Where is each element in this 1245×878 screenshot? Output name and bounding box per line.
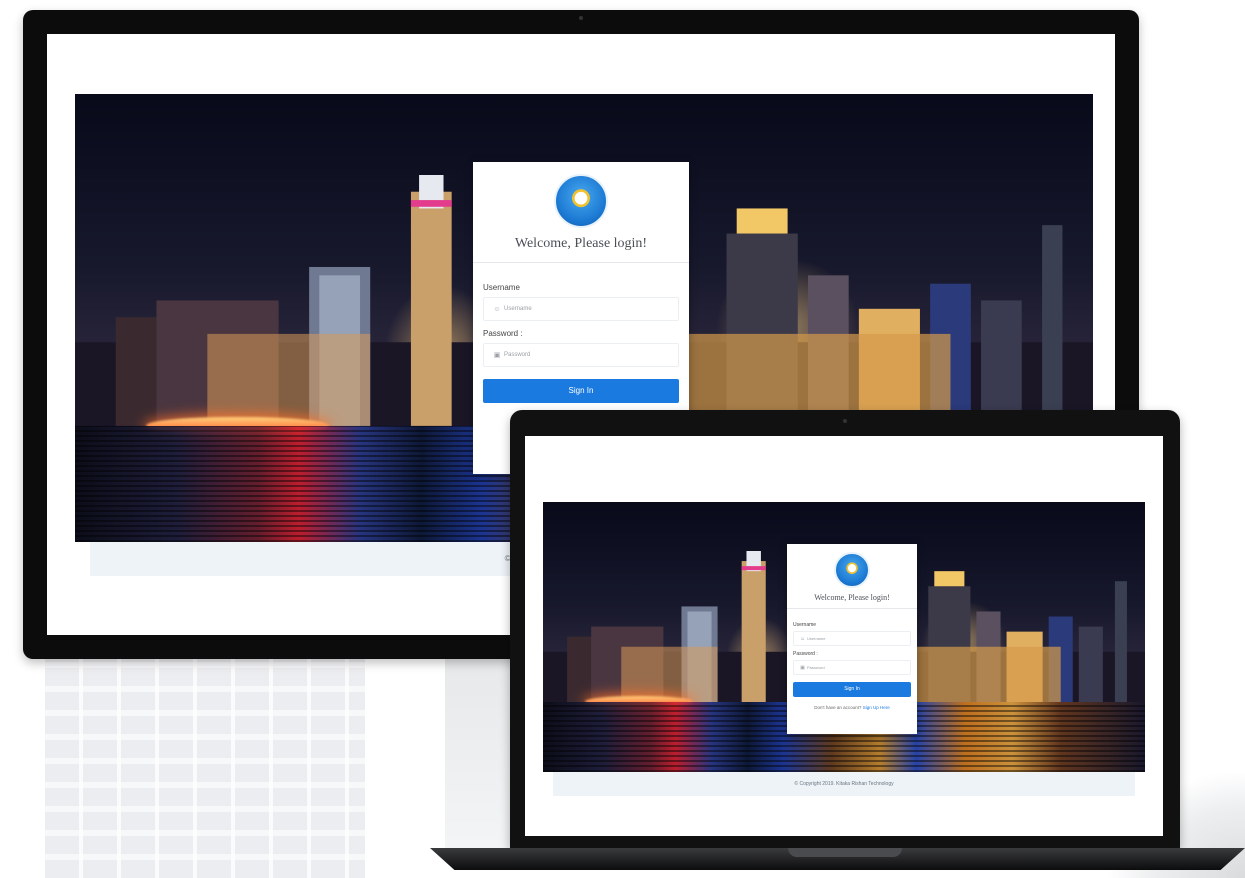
laptop-screen: Welcome, Please login! Username ☺ Userna… [525,436,1163,836]
password-input[interactable]: ▣ Password [793,660,911,675]
laptop: Welcome, Please login! Username ☺ Userna… [510,410,1180,848]
user-icon: ☺ [799,635,806,642]
username-input[interactable]: ☺ Username [483,297,679,321]
username-label: Username [793,622,817,628]
signup-prompt: Don't have an account? Sign Up Here [793,705,911,710]
tut-wuri-handayani-logo [554,174,608,228]
lock-icon: ▣ [493,352,501,359]
password-input[interactable]: ▣ Password [483,343,679,367]
username-placeholder: Username [504,306,532,312]
login-page: Welcome, Please login! Username ☺ Userna… [543,502,1145,796]
password-label: Password : [793,651,818,657]
password-label: Password : [483,329,523,338]
username-placeholder: Username [807,636,826,641]
background-building [45,650,365,878]
monitor-camera [579,16,583,20]
welcome-title: Welcome, Please login! [814,593,890,602]
username-label: Username [483,283,520,292]
username-input[interactable]: ☺ Username [793,631,911,646]
password-placeholder: Password [504,352,531,358]
login-form: Username ☺ Username Password : ▣ Passwor… [787,609,917,710]
laptop-camera [843,419,847,423]
footer-bar: © Copyright 2019. Kitaka Rishan Technolo… [553,772,1135,796]
sign-up-link[interactable]: Sign Up Here [863,705,890,710]
password-placeholder: Password [807,665,825,670]
sign-in-button[interactable]: Sign In [793,682,911,697]
no-account-text: Don't have an account? [814,705,862,710]
welcome-title: Welcome, Please login! [514,236,648,251]
login-card-header: Welcome, Please login! [787,544,917,609]
lock-icon: ▣ [800,664,805,671]
sign-in-button[interactable]: Sign In [483,379,679,403]
login-form: Username ☺ Username Password : ▣ Passwor… [473,263,689,403]
tut-wuri-handayani-logo [834,552,870,588]
login-card-header: Welcome, Please login! [473,162,689,263]
user-icon: ☺ [493,305,501,313]
login-card: Welcome, Please login! Username ☺ Userna… [787,544,917,734]
laptop-notch [788,848,902,857]
